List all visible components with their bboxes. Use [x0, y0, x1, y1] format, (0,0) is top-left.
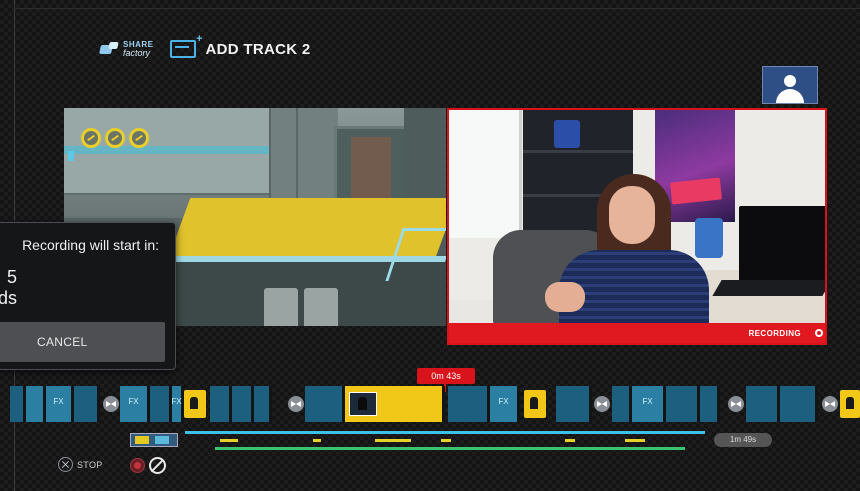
fx-label: FX	[498, 397, 509, 406]
stop-control[interactable]: STOP	[58, 457, 103, 472]
selected-clip[interactable]	[345, 386, 445, 422]
timeline[interactable]: FX FX FX FX FX	[0, 386, 860, 422]
stop-label: STOP	[77, 459, 103, 470]
timeline-clip-fx[interactable]: FX	[632, 386, 666, 422]
timeline-clip-fx[interactable]: FX	[120, 386, 150, 422]
timeline-clip[interactable]	[10, 386, 26, 422]
timeline-clip-fx[interactable]: FX	[46, 386, 74, 422]
header: SHARE factory + ADD TRACK 2	[100, 33, 311, 62]
frame-border-top	[14, 8, 860, 9]
video-track-overview	[185, 431, 705, 434]
timeline-clip[interactable]	[556, 386, 592, 422]
page-title: ADD TRACK 2	[205, 40, 311, 58]
timeline-clip[interactable]	[26, 386, 46, 422]
recording-countdown-dialog: Recording will start in: 5 seconds CANCE…	[0, 222, 176, 370]
transition-icon[interactable]	[288, 396, 304, 412]
camera-clip-marker[interactable]	[840, 390, 860, 418]
dialog-countdown: 5 seconds	[0, 267, 17, 309]
share-factory-logo: SHARE factory	[100, 41, 154, 58]
record-icon[interactable]	[130, 458, 145, 473]
add-track-icon: +	[169, 33, 203, 58]
game-hud-rings	[81, 128, 149, 148]
ring-icon	[105, 128, 125, 148]
transition-icon[interactable]	[728, 396, 744, 412]
countdown-text: 5 seconds	[0, 267, 17, 308]
camera-preview: RECORDING	[447, 108, 827, 345]
disabled-icon[interactable]	[149, 457, 166, 474]
camera-clip-marker[interactable]	[524, 390, 546, 418]
logo-text: SHARE factory	[123, 41, 154, 58]
fx-label: FX	[171, 397, 182, 406]
playhead-time: 0m 43s	[417, 368, 475, 384]
track-2-overview	[215, 447, 685, 450]
timeline-clip[interactable]	[612, 386, 632, 422]
recording-controls	[130, 457, 166, 474]
timeline-clip[interactable]	[700, 386, 720, 422]
total-duration: 1m 49s	[714, 433, 772, 447]
recording-indicator-icon	[815, 329, 823, 337]
logo-line2: factory	[123, 48, 151, 58]
timeline-clip-fx[interactable]: FX	[171, 386, 184, 422]
recording-label: RECORDING	[748, 328, 801, 338]
timeline-clip[interactable]	[780, 386, 818, 422]
timeline-clip[interactable]	[74, 386, 100, 422]
timeline-clip[interactable]	[305, 386, 345, 422]
camera-clip-marker[interactable]	[184, 390, 206, 418]
fx-label: FX	[642, 397, 653, 406]
recording-bar: RECORDING	[449, 323, 825, 343]
audio-track-overview	[215, 439, 685, 442]
user-avatar	[762, 66, 818, 104]
ring-icon	[129, 128, 149, 148]
timeline-clip[interactable]	[746, 386, 780, 422]
transition-icon[interactable]	[822, 396, 838, 412]
dialog-message: Recording will start in:	[22, 237, 159, 253]
timeline-clip-fx[interactable]: FX	[490, 386, 520, 422]
transition-icon[interactable]	[594, 396, 610, 412]
transition-icon[interactable]	[103, 396, 119, 412]
clip-thumbnail	[349, 392, 377, 416]
project-thumbnail	[130, 433, 178, 447]
timeline-clip[interactable]	[150, 386, 172, 422]
timeline-clip[interactable]	[210, 386, 232, 422]
timeline-clip[interactable]	[448, 386, 490, 422]
timeline-clip[interactable]	[254, 386, 272, 422]
hud-marker-icon	[68, 151, 74, 161]
share-factory-logo-icon	[100, 42, 120, 56]
fx-label: FX	[53, 397, 64, 406]
ring-icon	[81, 128, 101, 148]
timeline-clip[interactable]	[666, 386, 700, 422]
cancel-button[interactable]: CANCEL	[0, 322, 165, 362]
cross-button-icon	[58, 457, 73, 472]
fx-label: FX	[128, 397, 139, 406]
timeline-clip[interactable]	[232, 386, 254, 422]
